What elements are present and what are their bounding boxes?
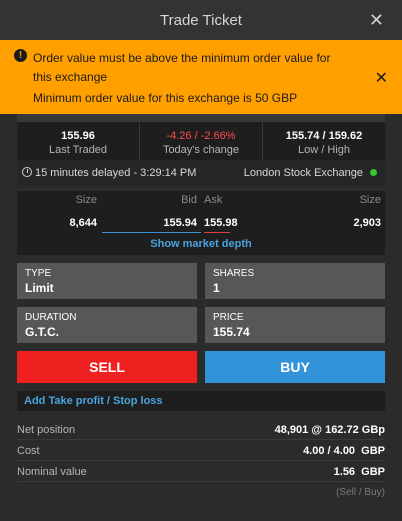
quote-stats: 155.96 Last Traded -4.26 / -2.66% Today'… <box>17 122 385 160</box>
nominal-value-row: Nominal value 1.56 GBP <box>17 462 385 482</box>
low-high-label: Low / High <box>298 144 350 156</box>
todays-change-label: Today's change <box>162 144 240 156</box>
header-ask: Ask <box>204 194 223 206</box>
delay-bar: 15 minutes delayed - 3:29:14 PM London S… <box>17 160 385 186</box>
warning-line-1: Order value must be above the minimum or… <box>33 51 331 65</box>
header-size-bid: Size <box>75 194 97 206</box>
duration-select[interactable]: DURATION G.T.C. <box>17 307 197 343</box>
bid-size: 8,644 <box>69 217 97 229</box>
shares-input[interactable]: SHARES 1 <box>205 263 385 299</box>
exchange-status: London Stock Exchange <box>244 167 377 179</box>
last-traded-label: Last Traded <box>48 144 108 156</box>
header-bid: Bid <box>181 194 197 206</box>
shares-value: 1 <box>213 281 220 295</box>
type-select[interactable]: TYPE Limit <box>17 263 197 299</box>
last-traded-value: 155.96 <box>61 130 95 142</box>
delay-text: 15 minutes delayed - 3:29:14 PM <box>35 167 197 179</box>
bid-price[interactable]: 155.94 <box>117 217 197 229</box>
warning-line-3: Minimum order value for this exchange is… <box>33 91 298 105</box>
cost-value: 4.00 / 4.00 GBP <box>303 444 385 457</box>
todays-change-value: -4.26 / -2.66% <box>166 130 236 142</box>
low-high: 155.74 / 159.62 Low / High <box>263 122 385 160</box>
type-label: TYPE <box>25 268 52 279</box>
todays-change: -4.26 / -2.66% Today's change <box>140 122 263 160</box>
nominal-value-label: Nominal value <box>17 465 87 478</box>
status-dot-icon <box>370 169 377 176</box>
warning-icon: ! <box>14 49 27 62</box>
cost-label: Cost <box>17 444 40 457</box>
clock-icon <box>22 167 32 177</box>
dismiss-warning-icon[interactable]: ✕ <box>375 68 388 88</box>
delay-status: 15 minutes delayed - 3:29:14 PM <box>22 167 196 179</box>
price-input[interactable]: PRICE 155.74 <box>205 307 385 343</box>
last-traded: 155.96 Last Traded <box>17 122 140 160</box>
price-value: 155.74 <box>213 325 250 339</box>
add-take-profit-stop-loss-link[interactable]: Add Take profit / Stop loss <box>17 391 385 411</box>
shares-label: SHARES <box>213 268 255 279</box>
ask-bar <box>204 232 230 233</box>
bid-bar <box>102 232 201 233</box>
duration-label: DURATION <box>25 312 77 323</box>
ask-size: 2,903 <box>353 217 381 229</box>
market-depth: Size Bid Ask Size 8,644 155.94 155.98 2,… <box>17 191 385 255</box>
title-bar: Trade Ticket ✕ <box>0 0 402 40</box>
show-market-depth-link[interactable]: Show market depth <box>17 238 385 250</box>
nominal-value-value: 1.56 GBP <box>333 465 385 478</box>
net-position-row: Net position 48,901 @ 162.72 GBp <box>17 420 385 440</box>
duration-value: G.T.C. <box>25 325 60 339</box>
cost-row: Cost 4.00 / 4.00 GBP <box>17 441 385 461</box>
warning-line-2: this exchange <box>33 70 108 84</box>
low-high-value: 155.74 / 159.62 <box>285 130 363 142</box>
close-icon[interactable]: ✕ <box>369 10 384 30</box>
sell-buy-footnote: (Sell / Buy) <box>336 487 385 498</box>
window-title: Trade Ticket <box>160 11 242 29</box>
type-value: Limit <box>25 281 54 295</box>
buy-button[interactable]: BUY <box>205 351 385 383</box>
sell-button[interactable]: SELL <box>17 351 197 383</box>
warning-banner: ! Order value must be above the minimum … <box>0 40 402 114</box>
quote-panel-top <box>17 114 385 122</box>
ask-price[interactable]: 155.98 <box>204 217 254 229</box>
exchange-name: London Stock Exchange <box>243 167 363 179</box>
net-position-label: Net position <box>17 423 76 436</box>
price-label: PRICE <box>213 312 244 323</box>
net-position-value: 48,901 @ 162.72 GBp <box>274 423 385 436</box>
header-size-ask: Size <box>359 194 381 206</box>
